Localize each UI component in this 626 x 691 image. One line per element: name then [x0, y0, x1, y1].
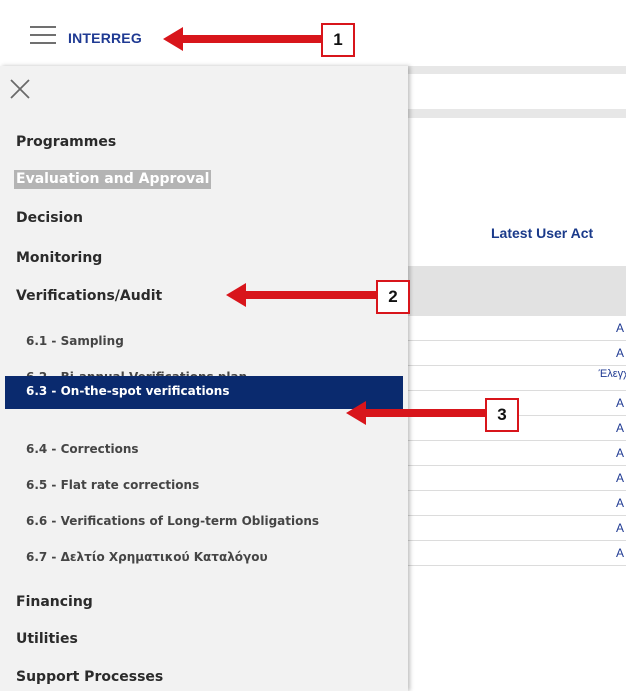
hamburger-menu-icon[interactable] — [30, 26, 56, 46]
menu-item-monitoring[interactable]: Monitoring — [16, 250, 102, 266]
activity-table: A A Έλεγχος A A A A A A A — [408, 316, 626, 566]
submenu-item-sampling[interactable]: 6.1 - Sampling — [26, 334, 124, 348]
table-row[interactable]: Έλεγχος — [408, 366, 626, 391]
table-row[interactable]: A — [408, 341, 626, 366]
callout-badge-3: 3 — [485, 398, 519, 432]
table-cell[interactable]: A — [616, 446, 624, 460]
latest-user-activity-title: Latest User Act — [491, 225, 594, 241]
callout-arrow-3 — [346, 401, 488, 425]
table-cell[interactable]: A — [616, 396, 624, 410]
table-row[interactable]: A — [408, 441, 626, 466]
side-navigation-drawer: Programmes Evaluation and Approval Decis… — [0, 66, 408, 691]
divider — [408, 66, 626, 74]
callout-badge-1: 1 — [321, 23, 355, 57]
menu-item-decision[interactable]: Decision — [16, 210, 83, 226]
close-icon[interactable] — [9, 78, 31, 100]
menu-item-financing[interactable]: Financing — [16, 594, 93, 610]
submenu-item-on-the-spot-verifications[interactable]: 6.3 - On-the-spot verifications — [5, 376, 403, 409]
table-row[interactable]: A — [408, 466, 626, 491]
table-cell[interactable]: A — [616, 321, 624, 335]
table-cell[interactable]: A — [616, 496, 624, 510]
callout-arrow-1 — [163, 27, 323, 51]
table-cell[interactable]: A — [616, 546, 624, 560]
table-cell[interactable]: A — [616, 421, 624, 435]
menu-item-verifications-audit[interactable]: Verifications/Audit — [16, 288, 162, 304]
submenu-item-deltio-chrimatikou-katalogou[interactable]: 6.7 - Δελτίο Χρηματικού Καταλόγου — [26, 550, 268, 564]
submenu-item-verifications-long-term-obligations[interactable]: 6.6 - Verifications of Long-term Obligat… — [26, 514, 319, 528]
submenu-item-corrections[interactable]: 6.4 - Corrections — [26, 442, 139, 456]
menu-item-programmes[interactable]: Programmes — [16, 134, 116, 150]
callout-badge-2: 2 — [376, 280, 410, 314]
divider — [408, 109, 626, 118]
submenu-item-flat-rate-corrections[interactable]: 6.5 - Flat rate corrections — [26, 478, 199, 492]
menu-item-evaluation-and-approval[interactable]: Evaluation and Approval — [14, 170, 212, 189]
table-header — [408, 266, 626, 316]
table-cell[interactable]: Έλεγχος — [599, 368, 626, 380]
table-cell[interactable]: A — [616, 521, 624, 535]
app-brand[interactable]: INTERREG — [68, 30, 142, 46]
menu-item-support-processes[interactable]: Support Processes — [16, 669, 163, 685]
table-row[interactable]: A — [408, 316, 626, 341]
table-row[interactable]: A — [408, 491, 626, 516]
submenu-item-label: 6.3 - On-the-spot verifications — [26, 384, 230, 398]
callout-arrow-2 — [226, 283, 376, 307]
table-cell[interactable]: A — [616, 471, 624, 485]
table-row[interactable]: A — [408, 516, 626, 541]
table-cell[interactable]: A — [616, 346, 624, 360]
table-row[interactable]: A — [408, 541, 626, 566]
menu-item-utilities[interactable]: Utilities — [16, 631, 78, 647]
